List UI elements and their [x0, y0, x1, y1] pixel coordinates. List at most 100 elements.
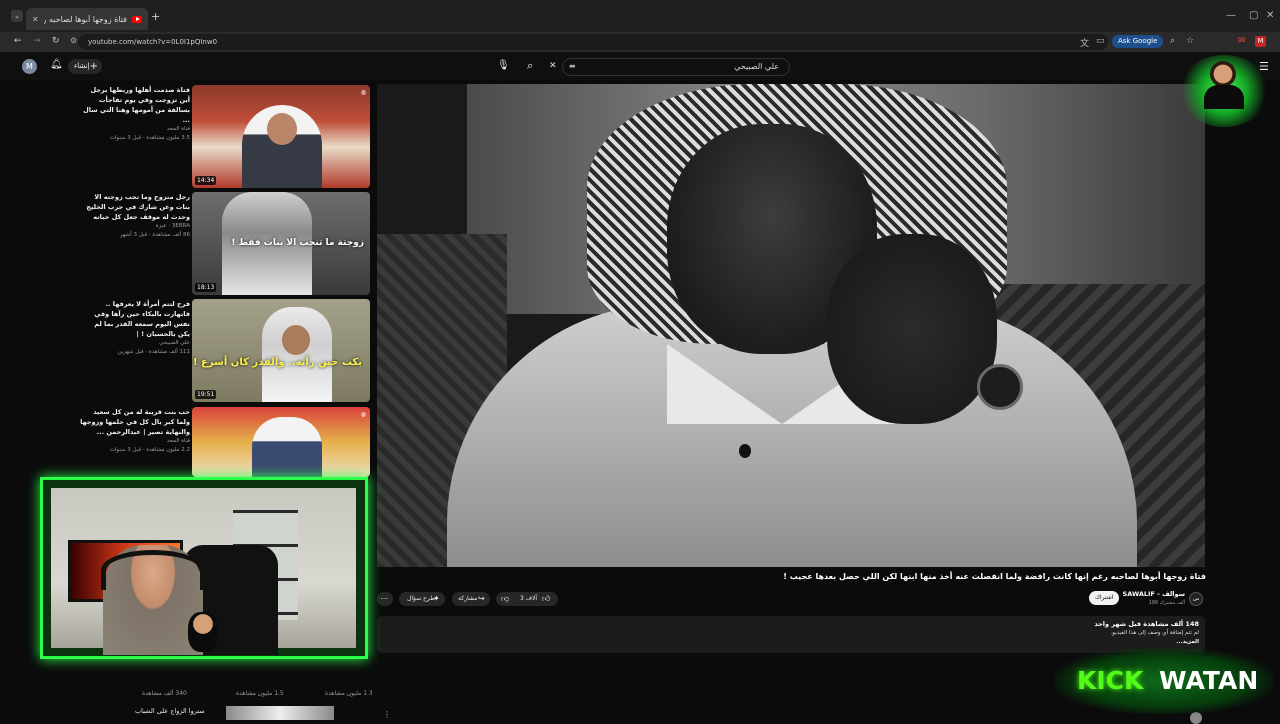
- share-button[interactable]: ↪ مشاركة: [452, 592, 490, 606]
- search-input[interactable]: ✕ ▬ علي الصبيحي: [549, 58, 790, 76]
- bottom-thumbnail[interactable]: [226, 706, 334, 720]
- like-count: 3 آلاف: [520, 595, 538, 602]
- back-icon[interactable]: ←: [14, 36, 22, 46]
- reload-icon[interactable]: ↻: [52, 36, 60, 46]
- side-channel[interactable]: 3EBRA · عبرة: [80, 222, 190, 231]
- maximize-icon[interactable]: ▢: [1249, 10, 1258, 21]
- bottom-item-title[interactable]: ستروا الزواج على الشباب: [135, 707, 205, 715]
- forward-icon[interactable]: →: [33, 36, 41, 46]
- video-thumbnail[interactable]: ◍: [192, 407, 370, 477]
- face-shape: [282, 325, 310, 355]
- kick-word: KICK: [1077, 666, 1144, 695]
- side-channel[interactable]: قناة المجد: [80, 437, 190, 446]
- more-actions-button[interactable]: ⋯: [377, 592, 393, 606]
- zoom-icon[interactable]: ⌕: [1170, 36, 1175, 46]
- cast-icon[interactable]: ▭: [1096, 36, 1105, 46]
- like-dislike-button[interactable]: 👍︎ 3 آلاف 👎︎: [496, 592, 558, 606]
- face-shape: [267, 113, 297, 145]
- translate-icon[interactable]: 文: [1080, 36, 1089, 49]
- video-thumbnail[interactable]: ◍ 14:34: [192, 85, 370, 188]
- youtube-favicon-icon: [132, 15, 142, 23]
- views-col3: 1.3 مليون مشاهدة: [325, 690, 373, 697]
- views-col2: 1.5 مليون مشاهدة: [236, 690, 284, 697]
- search-icon[interactable]: ⌕: [527, 59, 533, 73]
- dislike-icon[interactable]: 👎︎: [501, 592, 509, 606]
- channel-watermark-icon: ◍: [360, 411, 366, 418]
- side-text: فتاة صدمت أهلها وربطها برجل أين تزوجت وف…: [80, 85, 190, 143]
- side-meta: 3.5 مليون مشاهدة · قبل 3 سنوات: [109, 135, 190, 141]
- subscribe-button[interactable]: اشتراك: [1089, 591, 1120, 605]
- bookmark-star-icon[interactable]: ☆: [1186, 36, 1194, 46]
- address-bar[interactable]: youtube.com/watch?v=0L0I1pQInw0: [78, 34, 1108, 50]
- tab-close-icon[interactable]: ✕: [32, 15, 39, 24]
- channel-avatar[interactable]: س: [1189, 592, 1203, 606]
- watan-word: WATAN: [1159, 666, 1259, 695]
- side-title[interactable]: فرح لتتم أمرأة لا يعرفها .. فانهارت بالب…: [80, 299, 190, 339]
- speaker-hand: [827, 234, 997, 424]
- video-thumbnail[interactable]: زوجتة ما تنجب الا بنات فقط ! 18:13: [192, 192, 370, 295]
- ask-google-button[interactable]: Ask Google: [1112, 35, 1164, 48]
- ask-label: طرح سؤال: [407, 595, 436, 602]
- share-icon: ↪: [478, 594, 485, 603]
- tab-title: فتاة زوجها أبوها لصاحبه رغم: [43, 14, 127, 24]
- tab-youtube[interactable]: فتاة زوجها أبوها لصاحبه رغم ✕: [26, 8, 148, 30]
- search-query: علي الصبيحي: [734, 62, 779, 71]
- list-item[interactable]: فتاة صدمت أهلها وربطها برجل أين تزوجت وف…: [80, 85, 372, 189]
- description-text: لم تتم إضافة أي وصف إلى هذا الفيديو.: [1110, 630, 1200, 636]
- gmail-icon[interactable]: ✉: [1238, 36, 1246, 46]
- thumb-caption: زوجتة ما تنجب الا بنات فقط !: [231, 238, 364, 248]
- side-channel[interactable]: قناة المجد: [80, 125, 190, 134]
- side-text: حب بنت قريبة له من كل سعيد ولما كبر بال …: [80, 407, 190, 455]
- logo-avatar: [1210, 61, 1236, 87]
- side-text: رجل متزوج وما تحب زوجته الا بنات وعن شار…: [80, 192, 190, 240]
- video-player[interactable]: [377, 84, 1205, 567]
- side-meta: 86 ألف مشاهدة · قبل 3 أشهر: [119, 232, 190, 238]
- show-more-link[interactable]: ...المزيد: [1176, 639, 1199, 645]
- channel-subscribers: 186 ألف مشترك: [1148, 600, 1185, 606]
- keyboard-icon[interactable]: ▬: [569, 62, 576, 70]
- like-icon[interactable]: 👍︎: [542, 592, 550, 606]
- list-item[interactable]: رجل متزوج وما تحب زوجته الا بنات وعن شار…: [80, 192, 372, 296]
- side-meta: 111 ألف مشاهدة · قبل شهرين: [117, 349, 190, 355]
- voice-search-icon[interactable]: 🎙︎: [497, 60, 510, 71]
- channel-name[interactable]: SAWALIF - سوالف: [1123, 590, 1185, 598]
- video-title: فتاة زوجها أبوها لصاحبه رغم إنها كانت را…: [783, 572, 1206, 581]
- plus-icon: +: [89, 61, 98, 72]
- duration-badge: 18:13: [195, 283, 217, 292]
- kick-watan-badge: KICK WATAN: [1055, 648, 1273, 714]
- account-avatar[interactable]: M: [22, 59, 37, 74]
- tab-menu-icon[interactable]: ⌄: [11, 10, 23, 22]
- browser-tab-bar: ⌄ فتاة زوجها أبوها لصاحبه رغم ✕ + — ▢ ✕: [0, 0, 1280, 32]
- webcam-mini-avatar: [188, 612, 218, 652]
- new-tab-icon[interactable]: +: [151, 10, 160, 23]
- window-close-icon[interactable]: ✕: [1266, 10, 1274, 21]
- minimize-icon[interactable]: —: [1226, 10, 1236, 21]
- lapel-microphone: [739, 444, 751, 458]
- side-channel[interactable]: علي الصبيحي: [80, 339, 190, 348]
- ask-button[interactable]: ✦ طرح سؤال: [399, 592, 445, 606]
- site-info-icon[interactable]: ⚙: [70, 36, 77, 45]
- logo-shirt: [1204, 85, 1244, 109]
- side-title[interactable]: رجل متزوج وما تحب زوجته الا بنات وعن شار…: [80, 192, 190, 222]
- comment-more-icon[interactable]: ⋮: [383, 710, 391, 719]
- video-thumbnail[interactable]: بكت حين رآته.. والقدر كان أسرع ! 19:51: [192, 299, 370, 402]
- channel-watermark-icon: ◍: [360, 89, 366, 96]
- webcam-overlay: [40, 477, 368, 659]
- side-title[interactable]: فتاة صدمت أهلها وربطها برجل أين تزوجت وف…: [80, 85, 190, 125]
- presenter-figure: [252, 417, 322, 477]
- create-button[interactable]: إنشاء +: [68, 59, 102, 74]
- notifications-bell-icon[interactable]: 🔔︎: [50, 59, 63, 70]
- views-col1: 340 ألف مشاهدة: [142, 690, 187, 697]
- speaker-watch: [977, 364, 1023, 410]
- profile-m-icon[interactable]: M: [1255, 36, 1266, 47]
- list-item[interactable]: فرح لتتم أمرأة لا يعرفها .. فانهارت بالب…: [80, 299, 372, 403]
- create-label: إنشاء: [74, 62, 90, 70]
- thumb-caption: بكت حين رآته.. والقدر كان أسرع !: [192, 357, 362, 368]
- search-clear-icon[interactable]: ✕: [549, 61, 557, 71]
- webcam-headphones-icon: [101, 550, 205, 590]
- duration-badge: 19:51: [195, 390, 217, 399]
- duration-badge: 14:34: [195, 176, 217, 185]
- views-date: 148 ألف مشاهدة قبل شهر واحد: [1094, 620, 1199, 628]
- share-label: مشاركة: [458, 595, 478, 602]
- side-title[interactable]: حب بنت قريبة له من كل سعيد ولما كبر بال …: [80, 407, 190, 437]
